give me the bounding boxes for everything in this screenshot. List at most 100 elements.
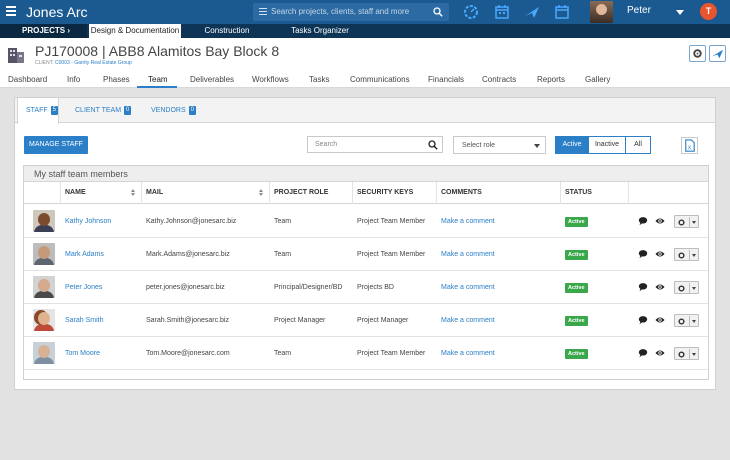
staff-name-link[interactable]: Tom Moore: [65, 337, 100, 370]
tab-workflows[interactable]: Workflows: [252, 75, 289, 84]
svg-text:X: X: [688, 145, 692, 151]
col-divider: [560, 182, 561, 204]
export-button[interactable]: X: [681, 137, 698, 154]
tab-dashboard[interactable]: Dashboard: [8, 75, 47, 84]
app-title[interactable]: Jones Arc: [26, 4, 87, 20]
avatar: [33, 342, 55, 364]
staff-name-link[interactable]: Mark Adams: [65, 238, 104, 271]
notification-icon[interactable]: T: [700, 3, 717, 20]
staff-mail: Kathy.Johnson@jonesarc.biz: [146, 218, 237, 225]
tab-contracts[interactable]: Contracts: [482, 75, 516, 84]
subtab-client-team[interactable]: CLIENT TEAM 0: [75, 98, 132, 123]
plane-icon[interactable]: [524, 4, 540, 20]
chevron-down-icon: [692, 254, 696, 257]
staff-name-link[interactable]: Peter Jones: [65, 271, 102, 304]
header-comments: COMMENTS: [441, 182, 482, 204]
avatar: [33, 276, 55, 298]
tab-team[interactable]: Team: [148, 75, 168, 84]
module-tabs: Dashboard Info Phases Team Deliverables …: [0, 71, 730, 88]
chevron-down-icon[interactable]: [676, 10, 684, 15]
status-badge: Active: [565, 250, 588, 260]
projects-menu[interactable]: PROJECTS ›: [0, 24, 87, 38]
global-search-input[interactable]: Search projects, clients, staff and more: [253, 3, 449, 21]
client-prefix: CLIENT:: [35, 60, 54, 66]
filter-all-button[interactable]: All: [625, 136, 651, 154]
tab-communications[interactable]: Communications: [350, 75, 410, 84]
subtab-client-team-label: CLIENT TEAM: [75, 107, 122, 114]
filter-active-button[interactable]: Active: [555, 136, 589, 154]
staff-search-input[interactable]: Search: [307, 136, 443, 153]
user-name[interactable]: Peter: [627, 5, 651, 16]
comment-icon[interactable]: [638, 216, 648, 226]
eye-icon[interactable]: [655, 348, 665, 358]
comment-icon[interactable]: [638, 315, 648, 325]
manage-staff-button[interactable]: MANAGE STAFF: [24, 136, 88, 154]
row-actions-button[interactable]: [674, 248, 699, 261]
tab-design-documentation[interactable]: Design & Documentation: [89, 24, 181, 38]
table-row: Tom Moore Tom.Moore@jonesarc.com Team Pr…: [24, 337, 708, 370]
status-badge: Active: [565, 217, 588, 227]
user-avatar[interactable]: [590, 1, 613, 23]
eye-icon[interactable]: [655, 249, 665, 259]
tab-deliverables[interactable]: Deliverables: [190, 75, 234, 84]
comment-icon[interactable]: [638, 249, 648, 259]
make-comment-link[interactable]: Make a comment: [441, 337, 495, 370]
staff-name-link[interactable]: Sarah Smith: [65, 304, 104, 337]
comment-icon[interactable]: [638, 348, 648, 358]
header-name[interactable]: NAME: [65, 182, 86, 204]
send-button[interactable]: [709, 45, 726, 62]
status-badge: Active: [565, 316, 588, 326]
tab-gallery[interactable]: Gallery: [585, 75, 610, 84]
tab-reports[interactable]: Reports: [537, 75, 565, 84]
sort-mail-icon[interactable]: [259, 189, 264, 197]
sort-name-icon[interactable]: [131, 189, 136, 197]
make-comment-link[interactable]: Make a comment: [441, 304, 495, 337]
row-actions-button[interactable]: [674, 347, 699, 360]
comment-icon[interactable]: [638, 282, 648, 292]
tab-financials[interactable]: Financials: [428, 75, 464, 84]
hamburger-icon[interactable]: [6, 6, 16, 18]
subtab-staff[interactable]: STAFF 5: [17, 98, 59, 124]
divider: [689, 349, 690, 359]
subtab-staff-label: STAFF: [26, 107, 48, 114]
row-actions-button[interactable]: [674, 314, 699, 327]
row-actions-button[interactable]: [674, 215, 699, 228]
divider: [689, 250, 690, 260]
tab-phases[interactable]: Phases: [103, 75, 130, 84]
staff-name-link[interactable]: Kathy Johnson: [65, 205, 111, 238]
staff-security-keys: Projects BD: [357, 284, 394, 291]
search-icon[interactable]: [433, 7, 443, 17]
filter-inactive-button[interactable]: Inactive: [588, 136, 626, 154]
staff-role: Team: [274, 251, 292, 258]
role-select[interactable]: Select role: [453, 136, 546, 154]
chevron-down-icon: [692, 353, 696, 356]
subtab-vendors[interactable]: VENDORS 0: [151, 98, 196, 123]
project-title: PJ170008 | ABB8 Alamitos Bay Block 8: [35, 43, 280, 59]
client-link[interactable]: C0003 - Garrity Real Estate Group: [55, 60, 132, 66]
make-comment-link[interactable]: Make a comment: [441, 205, 495, 238]
client-code: C0003: [55, 60, 70, 66]
search-icon[interactable]: [428, 140, 438, 150]
make-comment-link[interactable]: Make a comment: [441, 238, 495, 271]
settings-button[interactable]: [689, 45, 706, 62]
make-comment-link[interactable]: Make a comment: [441, 271, 495, 304]
tab-tasks-organizer[interactable]: Tasks Organizer: [280, 24, 360, 38]
dashboard-icon[interactable]: [463, 4, 479, 20]
eye-icon[interactable]: [655, 216, 665, 226]
col-divider: [141, 182, 142, 204]
tab-info[interactable]: Info: [67, 75, 80, 84]
row-actions-button[interactable]: [674, 281, 699, 294]
calendar-alt-icon[interactable]: [554, 4, 570, 20]
eye-icon[interactable]: [655, 315, 665, 325]
tab-tasks[interactable]: Tasks: [309, 75, 329, 84]
projects-label: PROJECTS: [22, 26, 66, 35]
status-badge: Active: [565, 349, 588, 359]
header-mail[interactable]: MAIL: [146, 182, 164, 204]
top-bar: Jones Arc Search projects, clients, staf…: [0, 0, 730, 24]
calendar-icon[interactable]: [494, 4, 510, 20]
staff-role: Team: [274, 218, 292, 225]
eye-icon[interactable]: [655, 282, 665, 292]
table-row: Mark Adams Mark.Adams@jonesarc.biz Team …: [24, 238, 708, 271]
tab-construction[interactable]: Construction: [192, 24, 262, 38]
status-badge: Active: [565, 283, 588, 293]
